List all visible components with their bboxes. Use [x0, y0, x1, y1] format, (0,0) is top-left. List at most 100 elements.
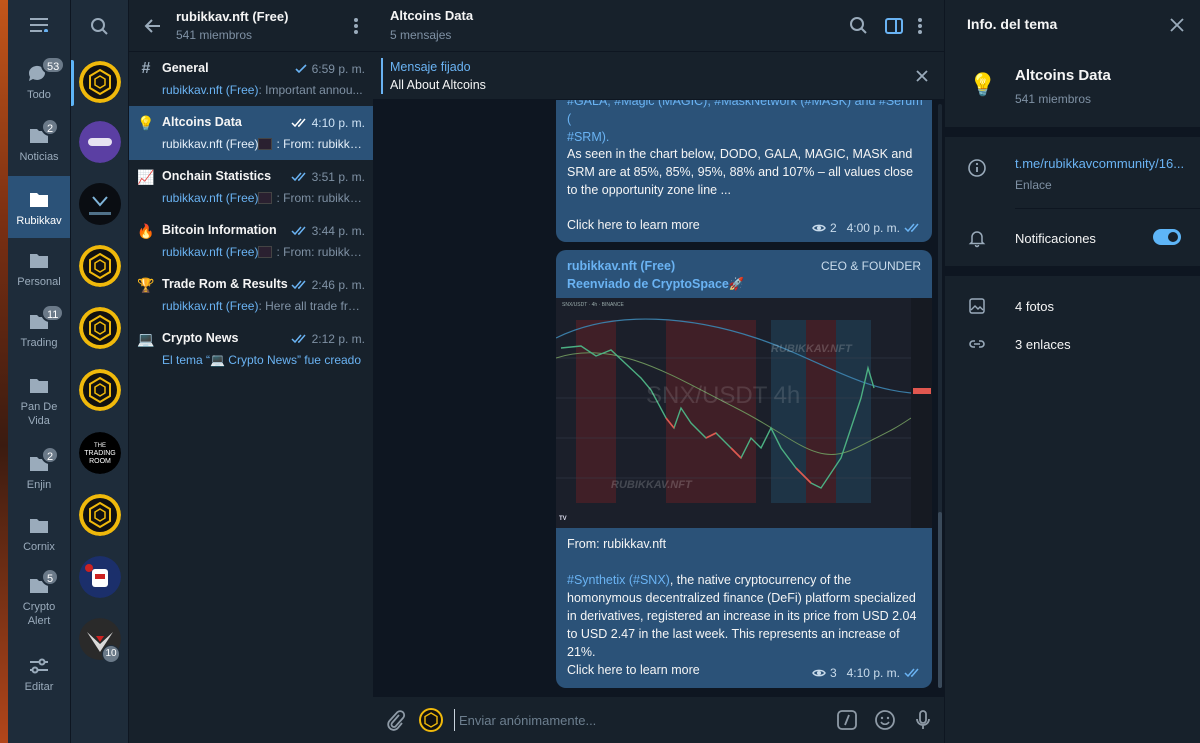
cryptospace-avatar[interactable] — [79, 121, 121, 163]
topic-item-crypto-news[interactable]: 💻 Crypto News 2:12 p. m. El tema “💻 Crypto … — [129, 322, 373, 376]
rubikkav-avatar-3[interactable] — [79, 307, 121, 349]
message-input[interactable] — [454, 709, 824, 731]
rubikkav-avatar-4[interactable] — [79, 369, 121, 411]
notifications-label: Notificaciones — [1015, 231, 1096, 246]
scrollbar[interactable] — [938, 104, 942, 688]
close-icon — [916, 70, 928, 82]
folder-trading[interactable]: 11 Trading — [8, 304, 70, 362]
topic-item-onchain-statistics[interactable]: 📈 Onchain Statistics 3:51 p. m. rubikkav.nf… — [129, 160, 373, 214]
dominando-avatar[interactable] — [79, 183, 121, 225]
message-body: As seen in the chart below, DODO, GALA, … — [567, 147, 914, 197]
chat-more-button[interactable] — [916, 15, 924, 37]
message-author[interactable]: rubikkav.nft (Free) — [567, 259, 675, 273]
unread-badge: 2 — [41, 118, 60, 136]
robot-avatar[interactable] — [79, 556, 121, 598]
close-icon — [1170, 18, 1184, 32]
folder-crypto-alert[interactable]: 5 Crypto Alert — [8, 568, 70, 627]
topic-item-bitcoin-information[interactable]: 🔥 Bitcoin Information 3:44 p. m. rubikkav.n… — [129, 214, 373, 268]
voice-button[interactable] — [911, 708, 935, 732]
message-list[interactable]: #GALA, #Magic (MAGIC), #MaskNetwork (#MA… — [373, 100, 944, 696]
photos-row[interactable]: 4 fotos — [945, 290, 1200, 322]
folder-noticias[interactable]: 2 Noticias — [8, 118, 70, 176]
topics-panel: rubikkav.nft (Free) 541 miembros # Genera… — [128, 0, 373, 743]
unread-badge: 2 — [41, 446, 60, 464]
hashtag-link[interactable]: #Synthetix (#SNX) — [567, 573, 670, 587]
topic-name: Bitcoin Information — [162, 223, 277, 237]
topic-preview: rubikkav.nft (Free): From: rubikka... — [162, 245, 366, 259]
rubikkav-avatar-5[interactable] — [79, 494, 121, 536]
topic-item-trade-rom-results[interactable]: 🏆 Trade Rom & Results 2:46 p. m. rubikkav.n… — [129, 268, 373, 322]
telegram-window: 53 Todo 2 Noticias Rubikkav Personal 11 Trading… — [0, 0, 1200, 743]
message-time: 4:10 p. m. — [846, 666, 900, 680]
notifications-toggle[interactable] — [1153, 229, 1181, 245]
folder-icon — [27, 190, 51, 210]
folder-editar[interactable]: Editar — [8, 650, 70, 706]
folder-personal[interactable]: Personal — [8, 245, 70, 301]
folder-icon: 2 — [27, 446, 60, 474]
message-body: #Synthetix (#SNX), the native cryptocurr… — [567, 573, 917, 659]
folder-todo[interactable]: 53 Todo — [8, 56, 70, 114]
toggle-info-button[interactable] — [883, 15, 905, 37]
message-bubble[interactable]: #GALA, #Magic (MAGIC), #MaskNetwork (#MA… — [556, 100, 932, 242]
forwarded-from[interactable]: Reenviado de CryptoSpace🚀 — [567, 277, 744, 292]
main-menu-button[interactable] — [24, 12, 54, 38]
active-chat-indicator — [71, 60, 74, 106]
author-role-badge: CEO & FOUNDER — [820, 259, 921, 273]
more-vertical-icon — [354, 18, 358, 34]
links-count: 3 enlaces — [1015, 337, 1071, 352]
attach-button[interactable] — [383, 708, 407, 732]
chat-search-button[interactable] — [848, 15, 870, 37]
links-row[interactable]: 3 enlaces — [945, 328, 1200, 360]
photos-count: 4 fotos — [1015, 299, 1055, 314]
search-button[interactable] — [87, 14, 113, 40]
topic-link-row[interactable]: t.me/rubikkavcommunity/16... Enlace — [945, 150, 1200, 206]
forum-avatar-column: THE TRADING ROOM 10 — [70, 0, 128, 743]
topic-preview: rubikkav.nft (Free): Here all trade free… — [162, 299, 366, 313]
topic-time: 2:12 p. m. — [291, 332, 365, 346]
topic-info-panel: Info. del tema 💡 Altcoins Data 541 miemb… — [944, 0, 1200, 743]
hamburger-icon — [30, 18, 48, 32]
emoji-button[interactable] — [873, 708, 897, 732]
unread-badge: 53 — [41, 56, 66, 74]
back-button[interactable] — [143, 16, 163, 36]
rubikkav-avatar-2[interactable] — [79, 245, 121, 287]
topic-item-general[interactable]: # General 6:59 p. m. rubikkav.nft (Free): I… — [129, 52, 373, 106]
folder-rubikkav[interactable]: Rubikkav — [8, 176, 70, 238]
learn-more-link[interactable]: Click here to learn more — [567, 661, 700, 679]
views-count: 3 — [829, 666, 837, 680]
lightbulb-icon: 💡 — [969, 72, 997, 97]
hashtag-icon: # — [141, 60, 151, 77]
topic-name: Onchain Statistics — [162, 169, 272, 183]
the-trading-room-avatar[interactable]: THE TRADING ROOM — [79, 432, 121, 474]
topic-name: General — [162, 61, 209, 75]
search-icon — [91, 18, 108, 35]
scrollbar-thumb[interactable] — [938, 512, 942, 688]
pinned-text: All About Altcoins — [390, 78, 486, 92]
learn-more-link[interactable]: Click here to learn more — [567, 216, 700, 234]
commands-button[interactable] — [835, 708, 859, 732]
topic-time: 2:46 p. m. — [291, 278, 365, 292]
more-button[interactable] — [353, 16, 359, 36]
link-icon — [969, 340, 985, 348]
close-pinned-button[interactable] — [914, 68, 930, 84]
topic-item-altcoins-data[interactable]: 💡 Altcoins Data 4:10 p. m. rubikkav.nft (Fr… — [129, 106, 373, 160]
message-bubble-forwarded[interactable]: rubikkav.nft (Free) CEO & FOUNDER Reenvi… — [556, 250, 932, 688]
chat-header: Altcoins Data 5 mensajes — [373, 0, 944, 52]
paperclip-icon — [387, 710, 406, 731]
send-as-avatar[interactable] — [419, 708, 443, 732]
folder-cornix[interactable]: Cornix — [8, 510, 70, 566]
pinned-accent-bar — [381, 58, 383, 94]
pinned-message-bar[interactable]: Mensaje fijado All About Altcoins — [373, 52, 944, 100]
folder-rail: 53 Todo 2 Noticias Rubikkav Personal 11 Trading… — [0, 0, 70, 743]
close-info-button[interactable] — [1170, 18, 1184, 32]
chart-image[interactable]: SNX/USDT · 4h · BINANCE SNX/USDT 4h RUBI… — [556, 298, 932, 528]
folder-pan-de-vida[interactable]: Pan De Vida — [8, 370, 70, 427]
topic-time: 3:51 p. m. — [291, 170, 365, 184]
rubikkav-logo-icon — [424, 712, 438, 728]
rubikkav-avatar[interactable] — [79, 61, 121, 103]
message-from: From: rubikkav.nft — [567, 537, 667, 551]
notifications-row[interactable]: Notificaciones — [945, 220, 1200, 256]
views-eye-icon — [812, 224, 826, 232]
folder-enjin[interactable]: 2 Enjin — [8, 446, 70, 504]
topic-link[interactable]: t.me/rubikkavcommunity/16... — [1015, 156, 1184, 171]
